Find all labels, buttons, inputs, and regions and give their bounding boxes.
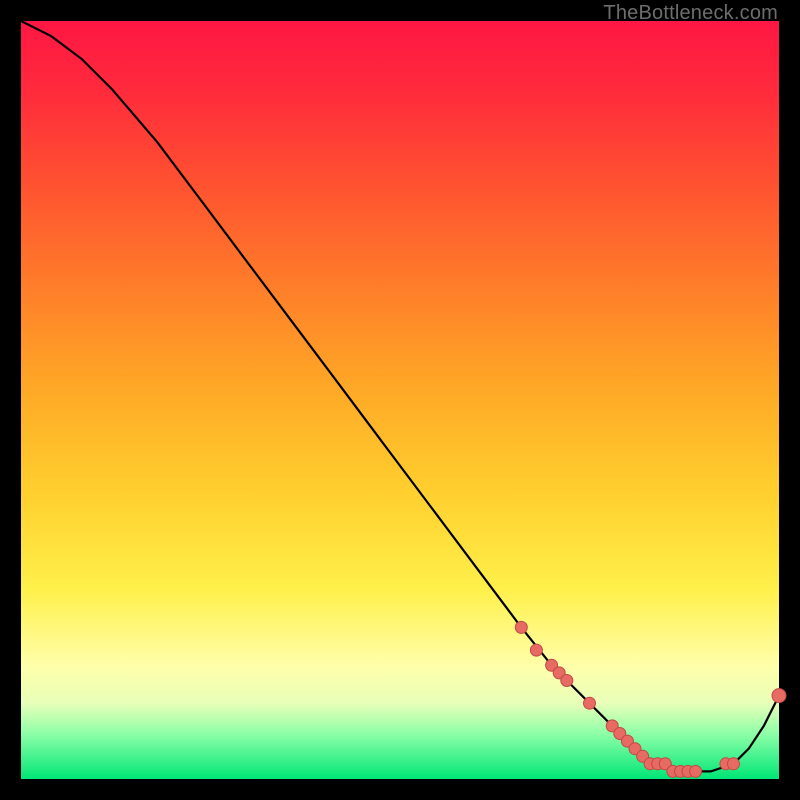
- data-point: [515, 621, 527, 633]
- chart-stage: TheBottleneck.com: [0, 0, 800, 800]
- chart-overlay: [21, 21, 779, 779]
- highlight-dots: [515, 621, 786, 777]
- data-point: [690, 765, 702, 777]
- data-point: [584, 697, 596, 709]
- data-point: [772, 689, 786, 703]
- data-point: [561, 675, 573, 687]
- data-point: [728, 758, 740, 770]
- curve-line: [21, 21, 779, 771]
- data-point: [530, 644, 542, 656]
